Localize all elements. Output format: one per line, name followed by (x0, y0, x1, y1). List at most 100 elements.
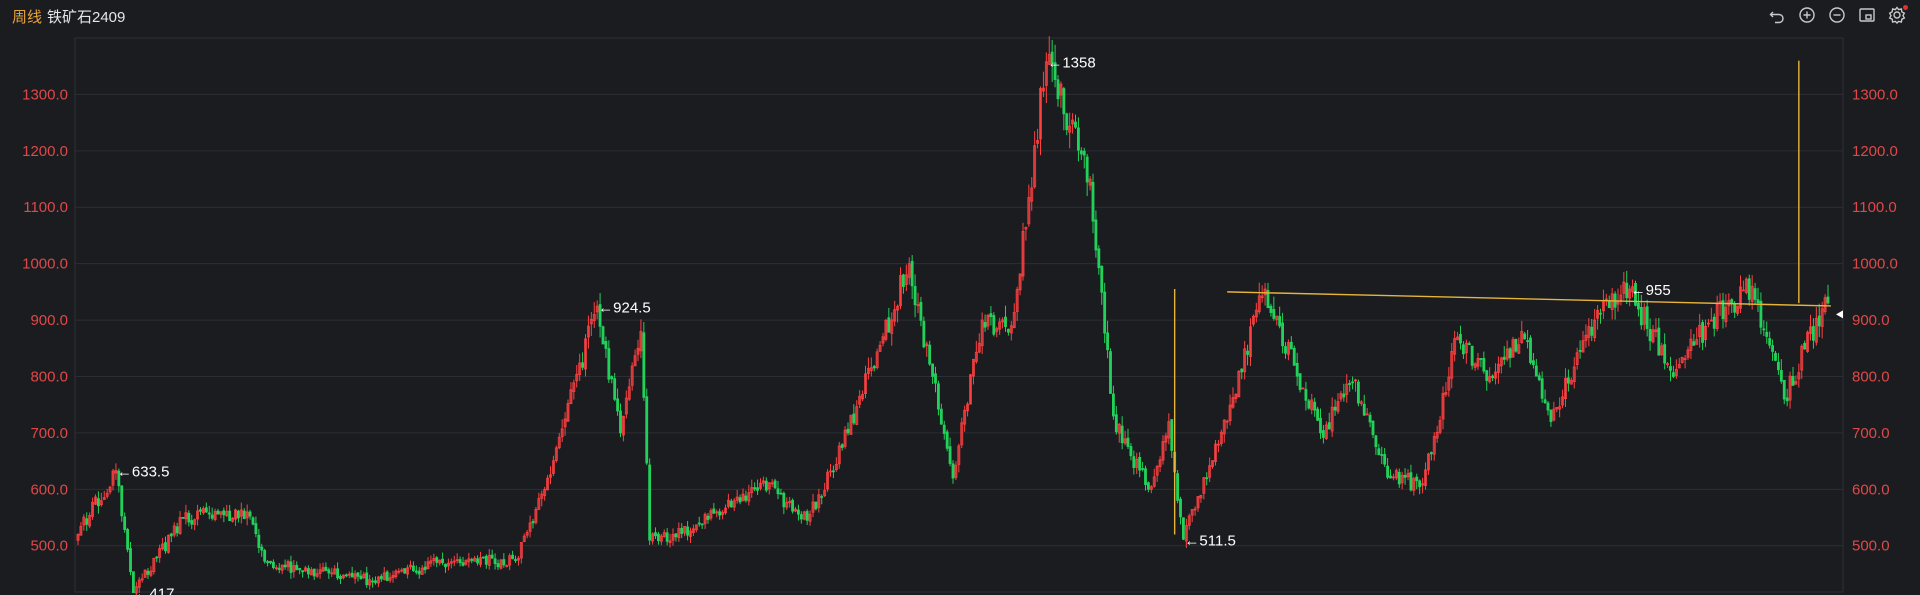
candle-body (423, 566, 427, 571)
candle-body (604, 340, 608, 349)
candle-body (1205, 477, 1209, 480)
y-tick-label-left: 1200.0 (22, 143, 68, 160)
price-annotation: ←1358 (1047, 55, 1095, 72)
candle-body (511, 554, 515, 560)
candle-body (1756, 299, 1760, 304)
candle-body (379, 575, 383, 580)
candle-body (1321, 430, 1325, 438)
candle-body (295, 564, 299, 571)
candle-body (945, 431, 949, 449)
candle-body (1397, 471, 1401, 485)
candle-body (1534, 365, 1538, 377)
candle-body (1307, 400, 1311, 409)
candle-body (796, 509, 800, 515)
candle-body (1639, 307, 1643, 326)
candle-body (289, 561, 293, 573)
candle-body (164, 542, 167, 552)
candle-body (1138, 456, 1142, 471)
candle-body (251, 517, 255, 525)
candle-body (753, 487, 757, 490)
candle-body (1065, 113, 1069, 131)
candle-body (435, 557, 439, 563)
candle-body (356, 572, 360, 577)
candle-body (1791, 376, 1795, 386)
candle-body (199, 509, 202, 512)
candle-body (1701, 322, 1705, 343)
candle-body (852, 413, 856, 424)
candle-body (776, 488, 780, 495)
candle-body (1368, 414, 1372, 423)
candle-body (414, 570, 418, 573)
candle-body (1578, 350, 1582, 352)
candle-body (922, 320, 926, 348)
candle-body (1657, 327, 1661, 356)
last-price-marker (1836, 310, 1843, 319)
plot-frame (74, 37, 1844, 593)
candle-body (1607, 301, 1611, 309)
candle-body (791, 499, 795, 512)
candle-body (686, 526, 690, 536)
candle-body (222, 510, 226, 516)
candle-body (476, 558, 480, 564)
candle-body (441, 558, 445, 564)
candle-body (1383, 454, 1387, 465)
candle-body (350, 572, 354, 578)
candle-body (1240, 368, 1244, 373)
y-tick-label-left: 1000.0 (22, 256, 68, 273)
candle-body (1111, 393, 1115, 417)
candle-body (1371, 420, 1375, 436)
candle-body (645, 396, 649, 464)
candle-body (1170, 419, 1174, 451)
candle-body (814, 501, 818, 510)
candle-body (738, 497, 742, 503)
candle-body (1543, 399, 1547, 404)
candle-body (461, 562, 465, 566)
candle-body (1482, 358, 1486, 372)
y-tick-label-left: 1100.0 (23, 199, 68, 216)
candle-body (616, 398, 620, 412)
candle-body (1284, 346, 1287, 354)
candle-body (1348, 382, 1352, 385)
candle-body (344, 574, 348, 577)
candle-body (1485, 370, 1489, 381)
candle-body (799, 514, 803, 520)
y-tick-label-right: 800.0 (1852, 368, 1890, 385)
candle-body (1278, 316, 1282, 327)
candle-body (1733, 303, 1737, 313)
y-tick-label-left: 1300.0 (22, 86, 68, 103)
y-tick-label-right: 1000.0 (1852, 256, 1898, 273)
candle-body (411, 565, 415, 572)
candle-body (1459, 333, 1462, 344)
candle-body (187, 512, 191, 523)
candle-body (1094, 219, 1098, 251)
candle-body (913, 286, 917, 306)
candle-body (1246, 350, 1250, 355)
candle-body (1529, 337, 1532, 364)
candlestick-chart[interactable]: 1300.0 1200.0 1100.0 1000.0 900.0 800.0 700.0 6… (0, 0, 1920, 595)
candle-body (1537, 375, 1541, 381)
candle-body (729, 500, 733, 508)
candle-body (266, 561, 270, 564)
candle-body (126, 528, 130, 550)
candle-body (1811, 326, 1815, 341)
candle-body (1304, 389, 1308, 401)
candle-body (872, 365, 876, 369)
candle-body (928, 344, 932, 365)
y-tick-label-right: 900.0 (1852, 312, 1890, 329)
y-axis-left: 1300.0 1200.0 1100.0 1000.0 900.0 800.0 700.0 6… (22, 86, 68, 554)
candle-body (931, 363, 935, 377)
price-annotation: ←417 (134, 586, 174, 595)
candle-body (1415, 476, 1419, 482)
candle-body (1803, 343, 1807, 350)
candle-body (1386, 465, 1390, 478)
y-tick-label-right: 700.0 (1852, 425, 1890, 442)
candle-body (254, 523, 258, 535)
y-tick-label-left: 700.0 (30, 425, 68, 442)
candle-body (365, 572, 369, 586)
candle-body (989, 313, 993, 318)
candle-body (656, 533, 660, 542)
candle-body (1765, 331, 1769, 337)
candle-body (236, 510, 240, 519)
candle-body (619, 410, 622, 434)
price-annotations: ←633.5 ←417 ←924.5 ←1358 ←511.5 ←955 (117, 55, 1671, 595)
